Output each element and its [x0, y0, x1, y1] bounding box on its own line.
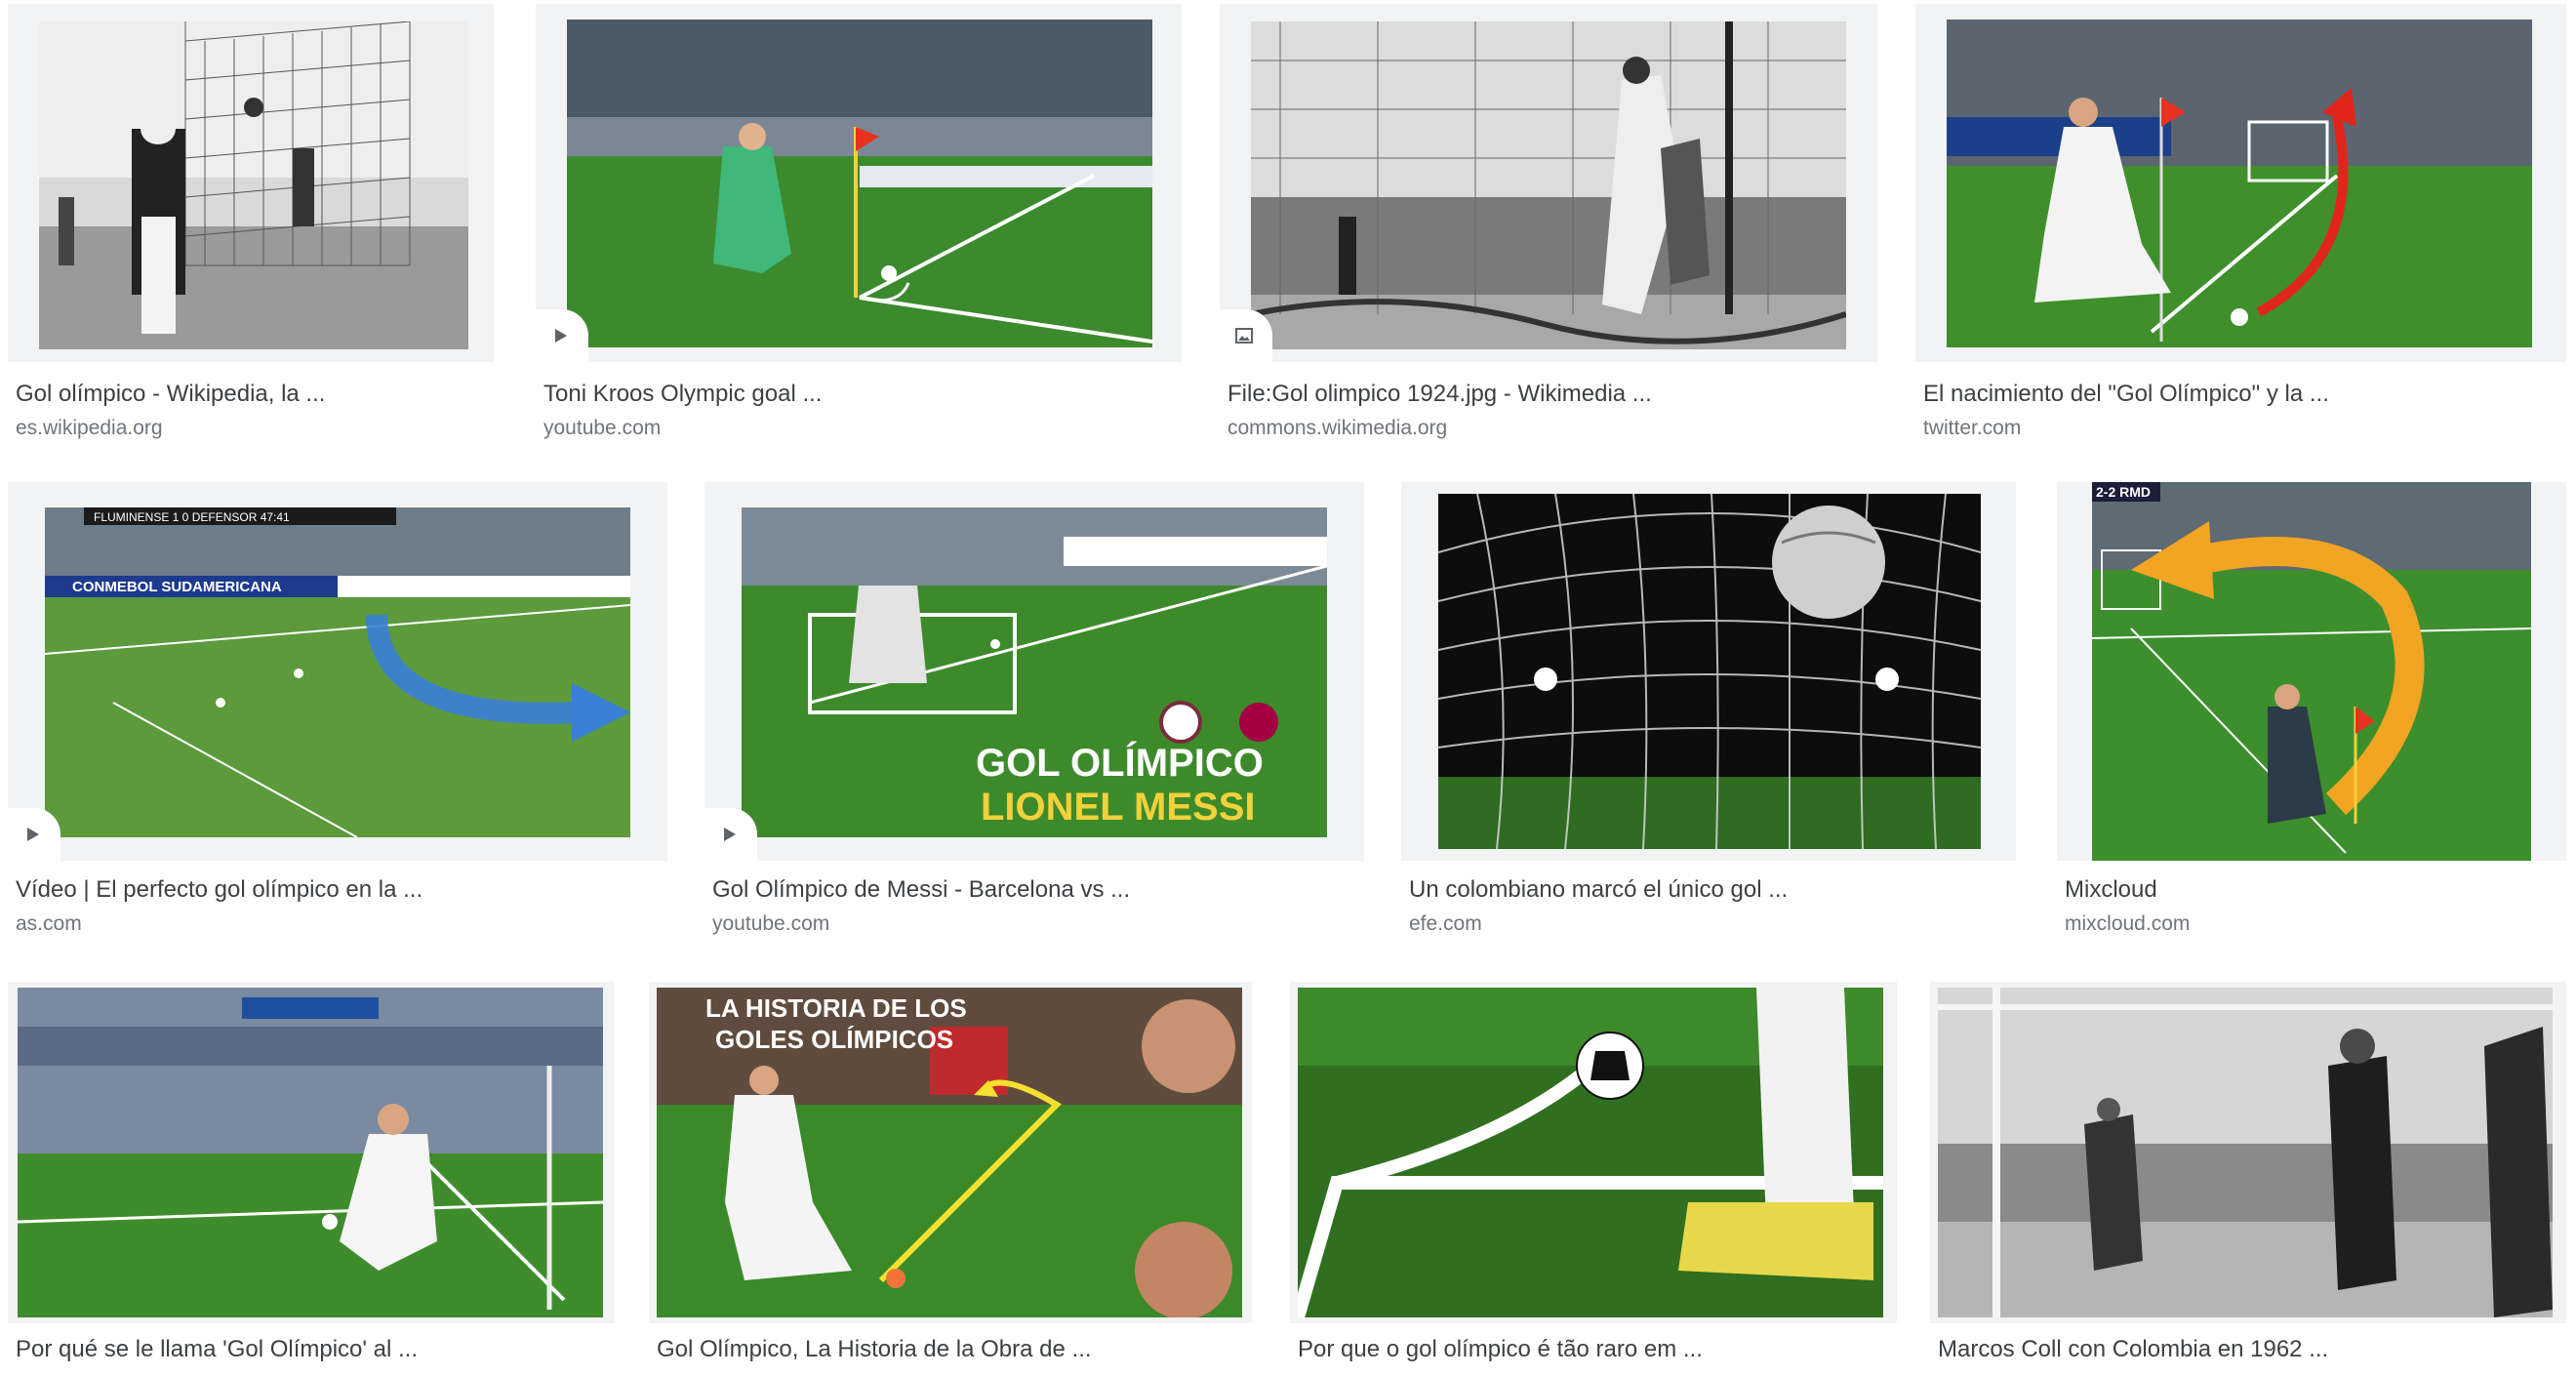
- result-card[interactable]: CONMEBOL SUDAMERICANA FLUMINENSE 1 0 DEF…: [8, 482, 667, 941]
- result-title[interactable]: Gol olímpico - Wikipedia, la ...: [16, 380, 490, 409]
- scoreboard: FLUMINENSE 1 0 DEFENSOR 47:41: [94, 510, 290, 524]
- result-thumbnail[interactable]: [1290, 982, 1897, 1323]
- video-badge: [536, 309, 588, 362]
- overlay-subheadline: LIONEL MESSI: [981, 786, 1256, 829]
- overlay-headline: GOL OLÍMPICO: [976, 741, 1264, 785]
- play-icon: [27, 828, 39, 841]
- result-thumbnail[interactable]: GOL OLÍMPICO LIONEL MESSI: [704, 482, 1364, 861]
- stadium-corner-kick: [18, 988, 603, 1317]
- result-title[interactable]: Toni Kroos Olympic goal ...: [543, 380, 1178, 409]
- ball-in-net-night: [1438, 494, 1981, 849]
- image-icon: [1235, 328, 1253, 344]
- result-card[interactable]: LA HISTORIA DE LOS GOLES OLÍMPICOS Gol O…: [649, 982, 1252, 1376]
- result-card[interactable]: GOL OLÍMPICO LIONEL MESSI Gol Olímpico d…: [704, 482, 1364, 941]
- result-thumbnail[interactable]: [1915, 4, 2566, 362]
- game-corner-arrow: 2-2 RMD: [2092, 482, 2531, 861]
- video-badge: [8, 808, 60, 861]
- result-card[interactable]: El nacimiento del "Gol Olímpico" y la ..…: [1915, 4, 2566, 453]
- historia-goles-olimpicos: LA HISTORIA DE LOS GOLES OLÍMPICOS: [657, 988, 1242, 1317]
- result-title[interactable]: El nacimiento del "Gol Olímpico" y la ..…: [1923, 380, 2562, 409]
- overlay-subheadline: GOLES OLÍMPICOS: [715, 1025, 953, 1054]
- result-source[interactable]: efe.com: [1409, 911, 2012, 937]
- result-source[interactable]: youtube.com: [543, 416, 1178, 441]
- result-title[interactable]: Gol Olímpico, La Historia de la Obra de …: [657, 1335, 1248, 1364]
- result-source[interactable]: es.wikipedia.org: [16, 416, 490, 441]
- result-card[interactable]: Gol olímpico - Wikipedia, la ... es.wiki…: [8, 4, 494, 453]
- bw-photo-goal-net: [39, 21, 468, 349]
- result-card[interactable]: Por qué se le llama 'Gol Olímpico' al ..…: [8, 982, 615, 1376]
- messi-gol-olimpico: GOL OLÍMPICO LIONEL MESSI: [742, 507, 1327, 837]
- result-source[interactable]: commons.wikimedia.org: [1228, 416, 1873, 441]
- result-source[interactable]: as.com: [16, 911, 664, 937]
- result-title[interactable]: Gol Olímpico de Messi - Barcelona vs ...: [712, 875, 1360, 905]
- result-thumbnail[interactable]: CONMEBOL SUDAMERICANA FLUMINENSE 1 0 DEF…: [8, 482, 667, 861]
- result-card[interactable]: Marcos Coll con Colombia en 1962 ...: [1930, 982, 2566, 1376]
- result-title[interactable]: Vídeo | El perfecto gol olímpico en la .…: [16, 875, 664, 905]
- result-thumbnail[interactable]: [1220, 4, 1877, 362]
- result-title[interactable]: Por que o gol olímpico é tão raro em ...: [1298, 1335, 1893, 1364]
- result-source[interactable]: mixcloud.com: [2065, 911, 2562, 937]
- play-icon: [724, 828, 736, 841]
- tv-broadcast-arrow: CONMEBOL SUDAMERICANA FLUMINENSE 1 0 DEF…: [45, 507, 630, 837]
- result-title[interactable]: Marcos Coll con Colombia en 1962 ...: [1938, 1335, 2562, 1364]
- bw-photo-goal-crowd: [1251, 21, 1846, 349]
- result-thumbnail[interactable]: [536, 4, 1182, 362]
- result-title[interactable]: Por qué se le llama 'Gol Olímpico' al ..…: [16, 1335, 611, 1364]
- result-thumbnail[interactable]: [1401, 482, 2016, 861]
- photo-corner-kick-arrow: [1947, 20, 2532, 347]
- result-thumbnail[interactable]: [8, 4, 494, 362]
- corner-arc-ball-closeup: [1298, 988, 1883, 1317]
- play-icon: [555, 329, 567, 343]
- bw-goalkeeper-1962: [1938, 988, 2553, 1317]
- result-thumbnail[interactable]: 2-2 RMD: [2057, 482, 2566, 861]
- image-badge: [1220, 309, 1272, 362]
- game-score: 2-2 RMD: [2096, 484, 2151, 500]
- result-card[interactable]: Toni Kroos Olympic goal ... youtube.com: [536, 4, 1182, 453]
- ad-board-text: CONMEBOL SUDAMERICANA: [72, 579, 282, 595]
- result-thumbnail[interactable]: [8, 982, 615, 1323]
- overlay-headline: LA HISTORIA DE LOS: [705, 993, 967, 1023]
- photo-corner-kick: [567, 20, 1152, 347]
- result-title[interactable]: Mixcloud: [2065, 875, 2562, 905]
- result-title[interactable]: File:Gol olimpico 1924.jpg - Wikimedia .…: [1228, 380, 1873, 409]
- video-badge: [704, 808, 757, 861]
- result-source[interactable]: youtube.com: [712, 911, 1360, 937]
- result-source[interactable]: twitter.com: [1923, 416, 2562, 441]
- result-thumbnail[interactable]: [1930, 982, 2566, 1323]
- result-card[interactable]: Por que o gol olímpico é tão raro em ...: [1290, 982, 1897, 1376]
- result-thumbnail[interactable]: LA HISTORIA DE LOS GOLES OLÍMPICOS: [649, 982, 1252, 1323]
- result-title[interactable]: Un colombiano marcó el único gol ...: [1409, 875, 2012, 905]
- result-card[interactable]: File:Gol olimpico 1924.jpg - Wikimedia .…: [1220, 4, 1877, 453]
- result-card[interactable]: 2-2 RMD Mixcloud mixcloud.com: [2057, 482, 2566, 941]
- result-card[interactable]: Un colombiano marcó el único gol ... efe…: [1401, 482, 2016, 941]
